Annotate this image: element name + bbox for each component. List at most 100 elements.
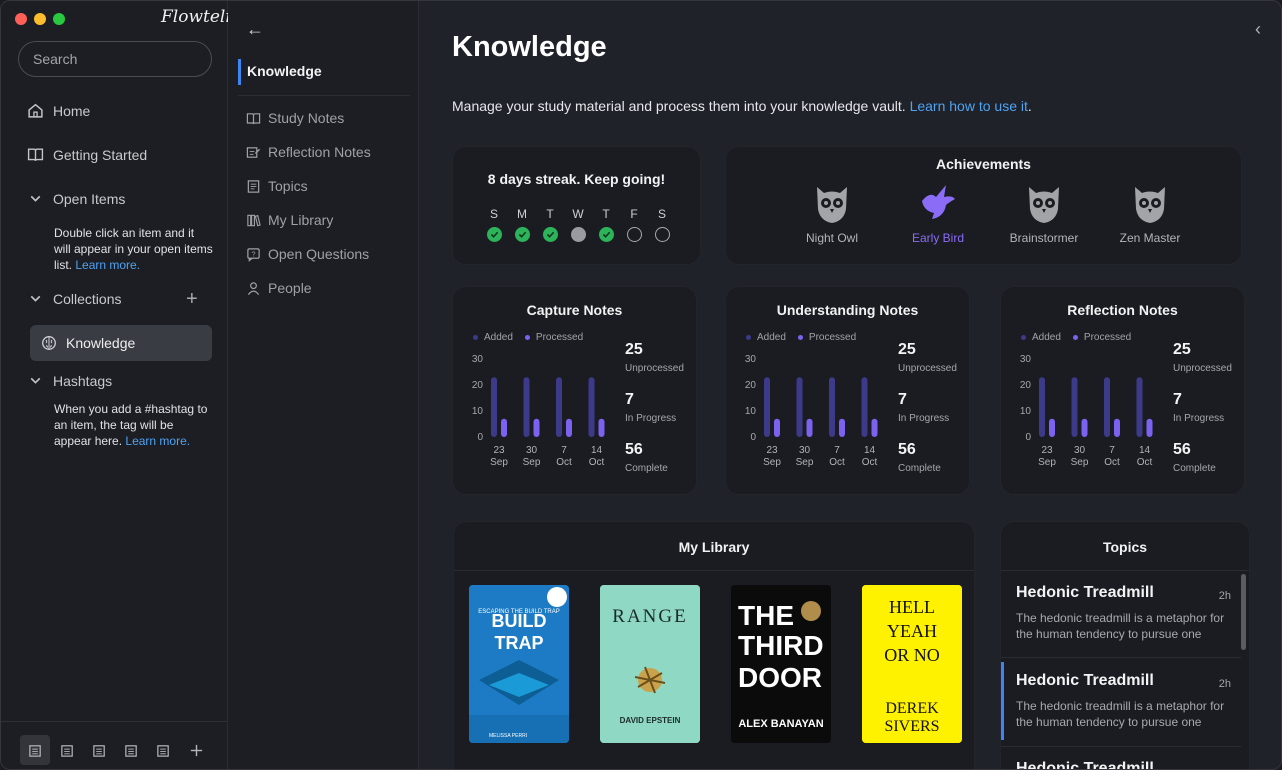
chart-legend: Added Processed xyxy=(473,332,583,343)
x-tick-label: 7 Oct xyxy=(1104,445,1120,468)
y-tick-label: 10 xyxy=(472,406,484,417)
book-cover-art: HELL YEAH OR NO DEREK SIVERS xyxy=(862,585,962,743)
bar-added xyxy=(1104,377,1110,437)
sidebar-section-label: Hashtags xyxy=(53,372,113,389)
topics-card: Topics Hedonic Treadmill 2h The hedonic … xyxy=(1000,521,1250,769)
search-input[interactable] xyxy=(33,51,214,67)
book-title-text: RANGE xyxy=(612,606,687,627)
tab-button[interactable] xyxy=(20,735,50,765)
book-cover-third-door[interactable]: THE THIRD DOOR ALEX BANAYAN xyxy=(731,585,831,743)
streak-day-indicator xyxy=(626,227,642,242)
stat-label: Complete xyxy=(625,463,668,474)
stat-block: 7 In Progress xyxy=(625,391,705,424)
achievement-label: Zen Master xyxy=(1119,231,1181,245)
subnav-item-label: Open Questions xyxy=(268,246,370,262)
achievement-badge[interactable]: Brainstormer xyxy=(994,181,1094,245)
learn-more-link[interactable]: Learn more. xyxy=(125,434,190,448)
bar-processed xyxy=(1081,418,1088,437)
book-cover-range[interactable]: RANGE DAVID EPSTEIN xyxy=(600,585,700,743)
achievement-badge[interactable]: Early Bird xyxy=(888,181,988,245)
sidebar-item-home[interactable]: Home xyxy=(27,102,90,119)
achievement-label: Brainstormer xyxy=(1009,231,1079,245)
y-tick-label: 10 xyxy=(745,406,757,417)
scrollbar-thumb[interactable] xyxy=(1241,574,1246,650)
page-title: Knowledge xyxy=(452,31,607,63)
sidebar-section-collections[interactable]: Collections xyxy=(27,290,121,307)
bar-added xyxy=(829,377,835,437)
maximize-window-button[interactable] xyxy=(53,13,65,25)
close-window-button[interactable] xyxy=(15,13,27,25)
x-tick-label: 14 Oct xyxy=(589,445,605,468)
y-tick-label: 0 xyxy=(1025,432,1031,443)
sidebar-item-getting-started[interactable]: Getting Started xyxy=(27,146,147,163)
streak-day: F xyxy=(626,207,642,242)
bar-processed xyxy=(533,418,540,437)
page-description: Manage your study material and process t… xyxy=(452,98,1032,114)
understanding-notes-card: Understanding Notes Added Processed 0 10 20 30… xyxy=(725,286,970,495)
owl-icon xyxy=(1100,181,1200,225)
stat-block: 56 Complete xyxy=(625,441,705,474)
minimize-window-button[interactable] xyxy=(34,13,46,25)
chevron-down-icon xyxy=(30,377,41,384)
x-tick-label: 30 Sep xyxy=(523,445,541,468)
bar-processed xyxy=(871,418,878,437)
check-icon xyxy=(598,227,614,242)
reflection-notes-card: Reflection Notes Added Processed 0 10 20 30 23 S… xyxy=(1000,286,1245,495)
bird-icon xyxy=(888,181,988,225)
subnav-item-label: Reflection Notes xyxy=(268,144,371,160)
y-tick-label: 30 xyxy=(472,354,484,365)
bar-processed xyxy=(839,418,845,437)
sidebar-section-hashtags[interactable]: Hashtags xyxy=(27,372,112,389)
search-box[interactable] xyxy=(18,41,214,77)
chart-legend: Added Processed xyxy=(746,332,856,343)
chart-title: Understanding Notes xyxy=(776,302,919,318)
stat-label: Unprocessed xyxy=(1173,363,1232,374)
subnav-item-label: My Library xyxy=(268,212,334,228)
bar-added xyxy=(491,377,497,437)
streak-day-indicator xyxy=(654,227,670,242)
stat-block: 7 In Progress xyxy=(898,391,978,424)
bar-processed xyxy=(1114,418,1120,437)
svg-text:BUILD: BUILD xyxy=(492,611,547,631)
subnav-item-knowledge[interactable]: Knowledge xyxy=(238,59,410,85)
description-text: Manage your study material and process t… xyxy=(452,98,910,114)
tab-button[interactable] xyxy=(148,735,178,765)
tab-button[interactable] xyxy=(52,735,82,765)
subnav-item-my-library[interactable]: My Library xyxy=(246,212,333,228)
topic-item-selected[interactable]: Hedonic Treadmill 2h The hedonic treadmi… xyxy=(1001,662,1241,740)
add-tab-button[interactable] xyxy=(181,735,211,765)
sidebar-section-open-items[interactable]: Open Items xyxy=(27,190,125,207)
open-items-hint: Double click an item and it will appear … xyxy=(54,225,214,273)
bar-processed xyxy=(566,418,572,437)
tab-button[interactable] xyxy=(116,735,146,765)
subnav-item-study-notes[interactable]: Study Notes xyxy=(246,110,344,126)
learn-how-link[interactable]: Learn how to use it xyxy=(910,98,1028,114)
add-collection-button[interactable]: + xyxy=(186,289,198,309)
legend-entry: Processed xyxy=(525,332,583,343)
book-cover-art: RANGE DAVID EPSTEIN xyxy=(600,585,700,743)
streak-day: W xyxy=(570,207,586,242)
topic-item[interactable]: Hedonic Treadmill xyxy=(1001,750,1241,769)
achievement-badge[interactable]: Zen Master xyxy=(1100,181,1200,245)
book-cover-hell-yeah[interactable]: HELL YEAH OR NO DEREK SIVERS xyxy=(862,585,962,743)
subnav-item-reflection-notes[interactable]: Reflection Notes xyxy=(246,144,371,160)
y-tick-label: 30 xyxy=(745,354,757,365)
back-arrow-icon[interactable]: ← xyxy=(246,19,264,40)
tab-button[interactable] xyxy=(84,735,114,765)
learn-more-link[interactable]: Learn more. xyxy=(75,258,140,272)
person-icon xyxy=(247,281,260,295)
streak-day: S xyxy=(654,207,670,242)
achievement-badge[interactable]: Night Owl xyxy=(782,181,882,245)
bar-added xyxy=(764,377,770,437)
subnav-item-open-questions[interactable]: ? Open Questions xyxy=(246,246,369,262)
y-tick-label: 20 xyxy=(745,380,757,391)
book-cover-build-trap[interactable]: ESCAPING THE BUILD TRAP BUILD TRAP MELIS… xyxy=(469,585,569,743)
edit-note-icon xyxy=(246,146,261,158)
owl-icon xyxy=(782,181,882,225)
collapse-panel-icon[interactable]: ‹ xyxy=(1255,19,1261,40)
subnav-item-topics[interactable]: Topics xyxy=(246,178,308,194)
subnav-item-people[interactable]: People xyxy=(246,280,312,296)
sidebar-item-knowledge[interactable]: Knowledge xyxy=(30,325,212,361)
topic-item[interactable]: Hedonic Treadmill 2h The hedonic treadmi… xyxy=(1001,574,1241,652)
document-icon xyxy=(92,744,105,757)
